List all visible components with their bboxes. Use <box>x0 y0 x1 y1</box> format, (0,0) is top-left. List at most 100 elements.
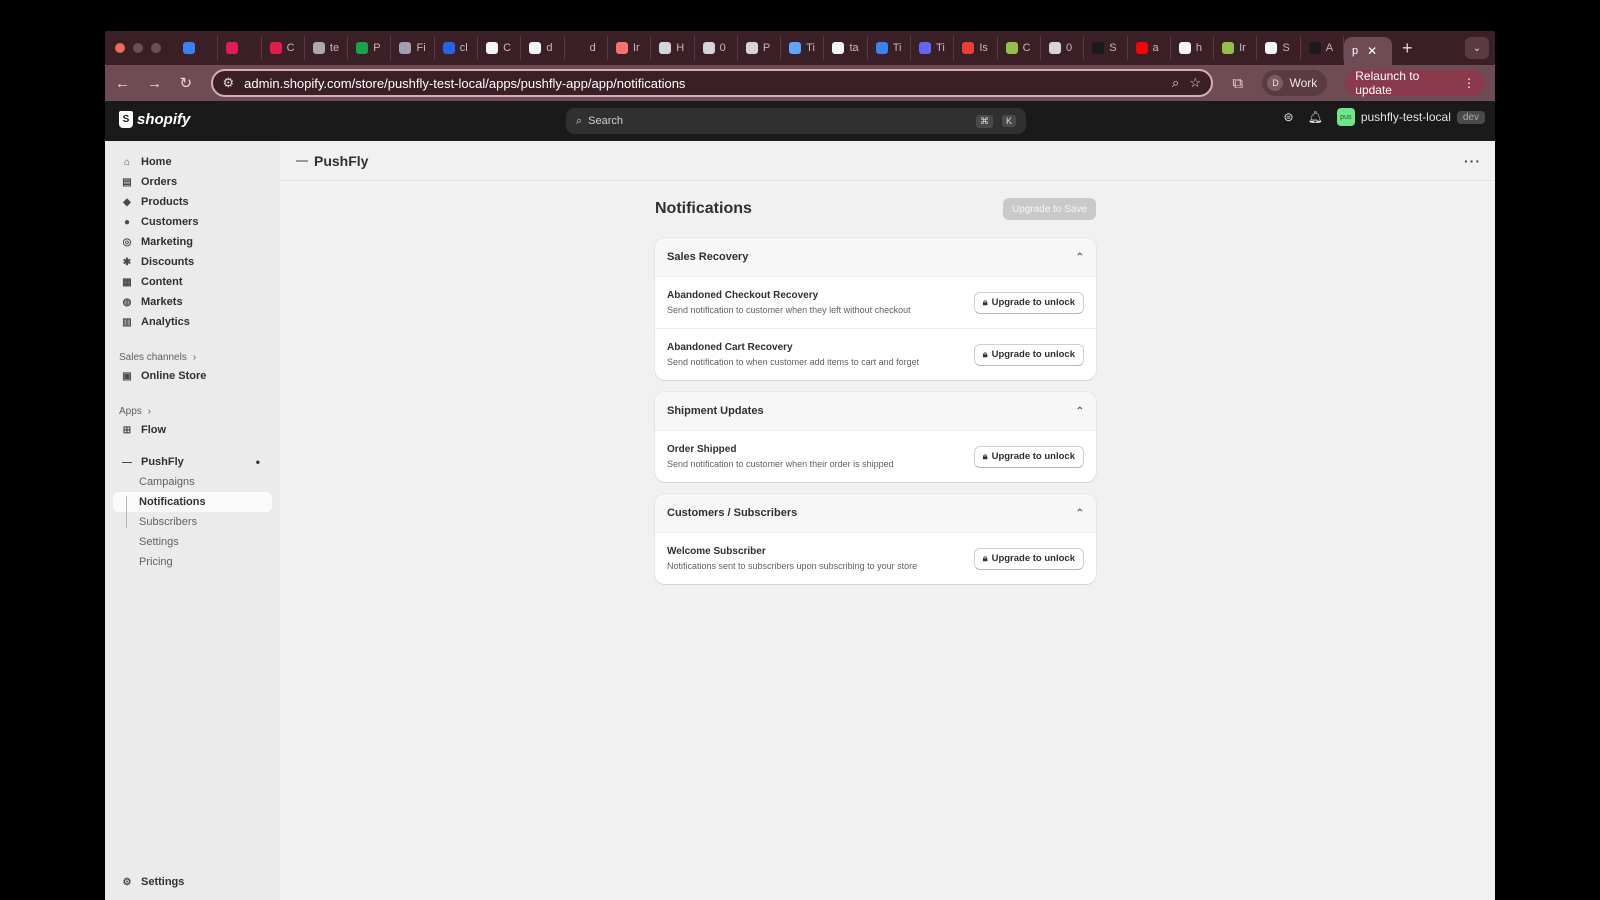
sidebar-subitem-settings[interactable]: Settings <box>105 532 280 552</box>
shopify-logo[interactable]: S shopify <box>119 111 190 128</box>
relaunch-label: Relaunch to update <box>1355 69 1420 97</box>
browser-tab[interactable]: h <box>1171 36 1215 60</box>
browser-tab[interactable]: Ti <box>911 36 955 60</box>
browser-tab[interactable]: C <box>478 36 522 60</box>
tab-title: A <box>1325 42 1334 54</box>
browser-tab[interactable]: a <box>1128 36 1171 60</box>
tab-title: d <box>589 42 596 54</box>
upgrade-to-save-button[interactable]: Upgrade to Save <box>1002 198 1096 220</box>
sidebar-item-marketing[interactable]: ◎ Marketing <box>105 232 272 252</box>
upgrade-to-unlock-button[interactable]: 🔒︎ Upgrade to unlock <box>973 547 1084 570</box>
chevron-up-icon[interactable]: ⌃ <box>1076 508 1084 519</box>
sales-channels-label[interactable]: Sales channels › <box>105 348 280 366</box>
chevron-up-icon[interactable]: ⌃ <box>1076 252 1084 263</box>
notification-name: Abandoned Checkout Recovery <box>667 290 819 301</box>
notifications-content: Notifications Upgrade to Save Sales Reco… <box>655 198 1096 596</box>
tab-title: Ti <box>892 42 902 54</box>
profile-button[interactable]: D Work <box>1262 70 1328 96</box>
more-options-icon[interactable]: ··· <box>1464 153 1481 169</box>
sidebar-subitem-campaigns[interactable]: Campaigns <box>105 472 280 492</box>
sidebar-item-settings[interactable]: ⚙ Settings <box>105 872 185 892</box>
browser-tab[interactable]: S <box>1084 36 1128 60</box>
browser-tab[interactable]: C <box>262 36 305 60</box>
bookmark-star-icon[interactable]: ☆ <box>1189 75 1201 91</box>
sidebar-subitem-notifications[interactable]: Notifications <box>113 492 272 512</box>
back-arrow-icon[interactable]: ← <box>115 75 130 92</box>
tab-search-menu-button[interactable]: ⌄ <box>1465 37 1489 59</box>
store-menu-button[interactable]: pus pushfly-test-local dev <box>1336 108 1485 126</box>
maximize-window-button[interactable] <box>151 43 161 53</box>
new-tab-button[interactable]: + <box>1402 38 1413 59</box>
browser-tab[interactable]: Fi <box>391 36 435 60</box>
sidekick-icon[interactable]: ⊜ <box>1284 110 1294 124</box>
browser-tab[interactable] <box>175 36 219 60</box>
browser-tab[interactable]: d <box>565 36 608 60</box>
browser-tab[interactable]: C <box>998 36 1041 60</box>
address-bar[interactable]: ⚙ admin.shopify.com/store/pushfly-test-l… <box>210 69 1213 97</box>
notification-row: Order Shipped Send notification to custom… <box>655 430 1096 482</box>
close-tab-icon[interactable]: ✕ <box>1367 44 1377 58</box>
upgrade-to-unlock-button[interactable]: 🔒︎ Upgrade to unlock <box>973 291 1084 314</box>
shortcut-cmd-key: ⌘ <box>975 114 993 128</box>
zoom-icon[interactable]: ⌕ <box>1172 75 1179 91</box>
pushfly-app-icon: — <box>122 456 132 468</box>
forward-arrow-icon[interactable]: → <box>147 75 162 92</box>
sidebar-item-content[interactable]: ▦ Content <box>105 272 272 292</box>
sidebar-item-label: Products <box>141 196 189 208</box>
minimize-window-button[interactable] <box>133 43 143 53</box>
browser-tab[interactable]: 0 <box>1041 36 1085 60</box>
sidebar-item-markets[interactable]: ◍ Markets <box>105 292 272 312</box>
browser-tab-active[interactable]: p ✕ <box>1344 37 1393 65</box>
browser-tab[interactable]: Ir <box>608 36 652 60</box>
tab-favicon-icon <box>226 42 239 54</box>
upgrade-to-unlock-button[interactable]: 🔒︎ Upgrade to unlock <box>973 343 1084 366</box>
admin-search-input[interactable]: ⌕ Search ⌘ K <box>566 108 1026 134</box>
sidebar-item-pushfly[interactable]: — PushFly • <box>105 452 272 472</box>
site-info-icon[interactable]: ⚙ <box>223 75 235 91</box>
lock-icon: 🔒︎ <box>982 553 988 563</box>
apps-label[interactable]: Apps › <box>105 402 280 420</box>
browser-tab[interactable]: A <box>1301 36 1345 60</box>
section-header[interactable]: Customers / Subscribers ⌃ <box>655 494 1096 532</box>
sidebar-item-online-store[interactable]: ▣ Online Store <box>105 366 272 386</box>
relaunch-button[interactable]: Relaunch to update ⋮ <box>1345 69 1486 97</box>
sidebar-item-analytics[interactable]: ▥ Analytics <box>105 312 272 332</box>
profile-avatar: D <box>1267 75 1284 91</box>
browser-tab[interactable]: ta <box>824 36 868 60</box>
tab-title: d <box>546 42 553 54</box>
tab-title: Is <box>979 42 988 54</box>
browser-tab[interactable]: te <box>305 36 349 60</box>
sidebar-item-products[interactable]: ◆ Products <box>105 192 272 212</box>
browser-tab[interactable]: Ti <box>781 36 825 60</box>
close-window-button[interactable] <box>115 43 125 53</box>
tab-favicon-icon <box>399 42 412 54</box>
sidebar-subitem-pricing[interactable]: Pricing <box>105 552 280 572</box>
sidebar-item-discounts[interactable]: ✱ Discounts <box>105 252 272 272</box>
section-header[interactable]: Sales Recovery ⌃ <box>655 238 1096 276</box>
browser-tab[interactable]: H <box>651 36 695 60</box>
sidebar-item-label: Flow <box>141 424 167 436</box>
browser-tab[interactable]: Ir <box>1214 36 1258 60</box>
sidebar-item-home[interactable]: ⌂ Home <box>105 152 272 172</box>
sidebar-subitem-subscribers[interactable]: Subscribers <box>105 512 280 532</box>
browser-tab[interactable]: S <box>1257 36 1301 60</box>
browser-tab[interactable]: 0 <box>695 36 738 60</box>
browser-tab[interactable]: P <box>348 36 392 60</box>
browser-tab[interactable]: cl <box>435 36 479 60</box>
upgrade-to-unlock-button[interactable]: 🔒︎ Upgrade to unlock <box>973 445 1084 468</box>
browser-tab[interactable] <box>218 36 262 60</box>
chevron-up-icon[interactable]: ⌃ <box>1076 406 1084 417</box>
notifications-bell-icon[interactable]: 🔔︎ <box>1308 110 1323 124</box>
dev-badge: dev <box>1456 110 1485 124</box>
sidebar-item-flow[interactable]: ⊞ Flow <box>105 420 272 440</box>
extensions-icon[interactable]: ⧉ <box>1231 75 1245 92</box>
sidebar-item-orders[interactable]: ▤ Orders <box>105 172 272 192</box>
sidebar-item-customers[interactable]: ● Customers <box>105 212 272 232</box>
browser-tab[interactable]: Ti <box>868 36 912 60</box>
browser-tab[interactable]: d <box>521 36 565 60</box>
section-header[interactable]: Shipment Updates ⌃ <box>655 392 1096 430</box>
reload-icon[interactable]: ↻ <box>179 74 193 92</box>
browser-tab[interactable]: Is <box>954 36 998 60</box>
browser-tab[interactable]: P <box>738 36 782 60</box>
pin-dot-icon[interactable]: • <box>256 455 260 469</box>
